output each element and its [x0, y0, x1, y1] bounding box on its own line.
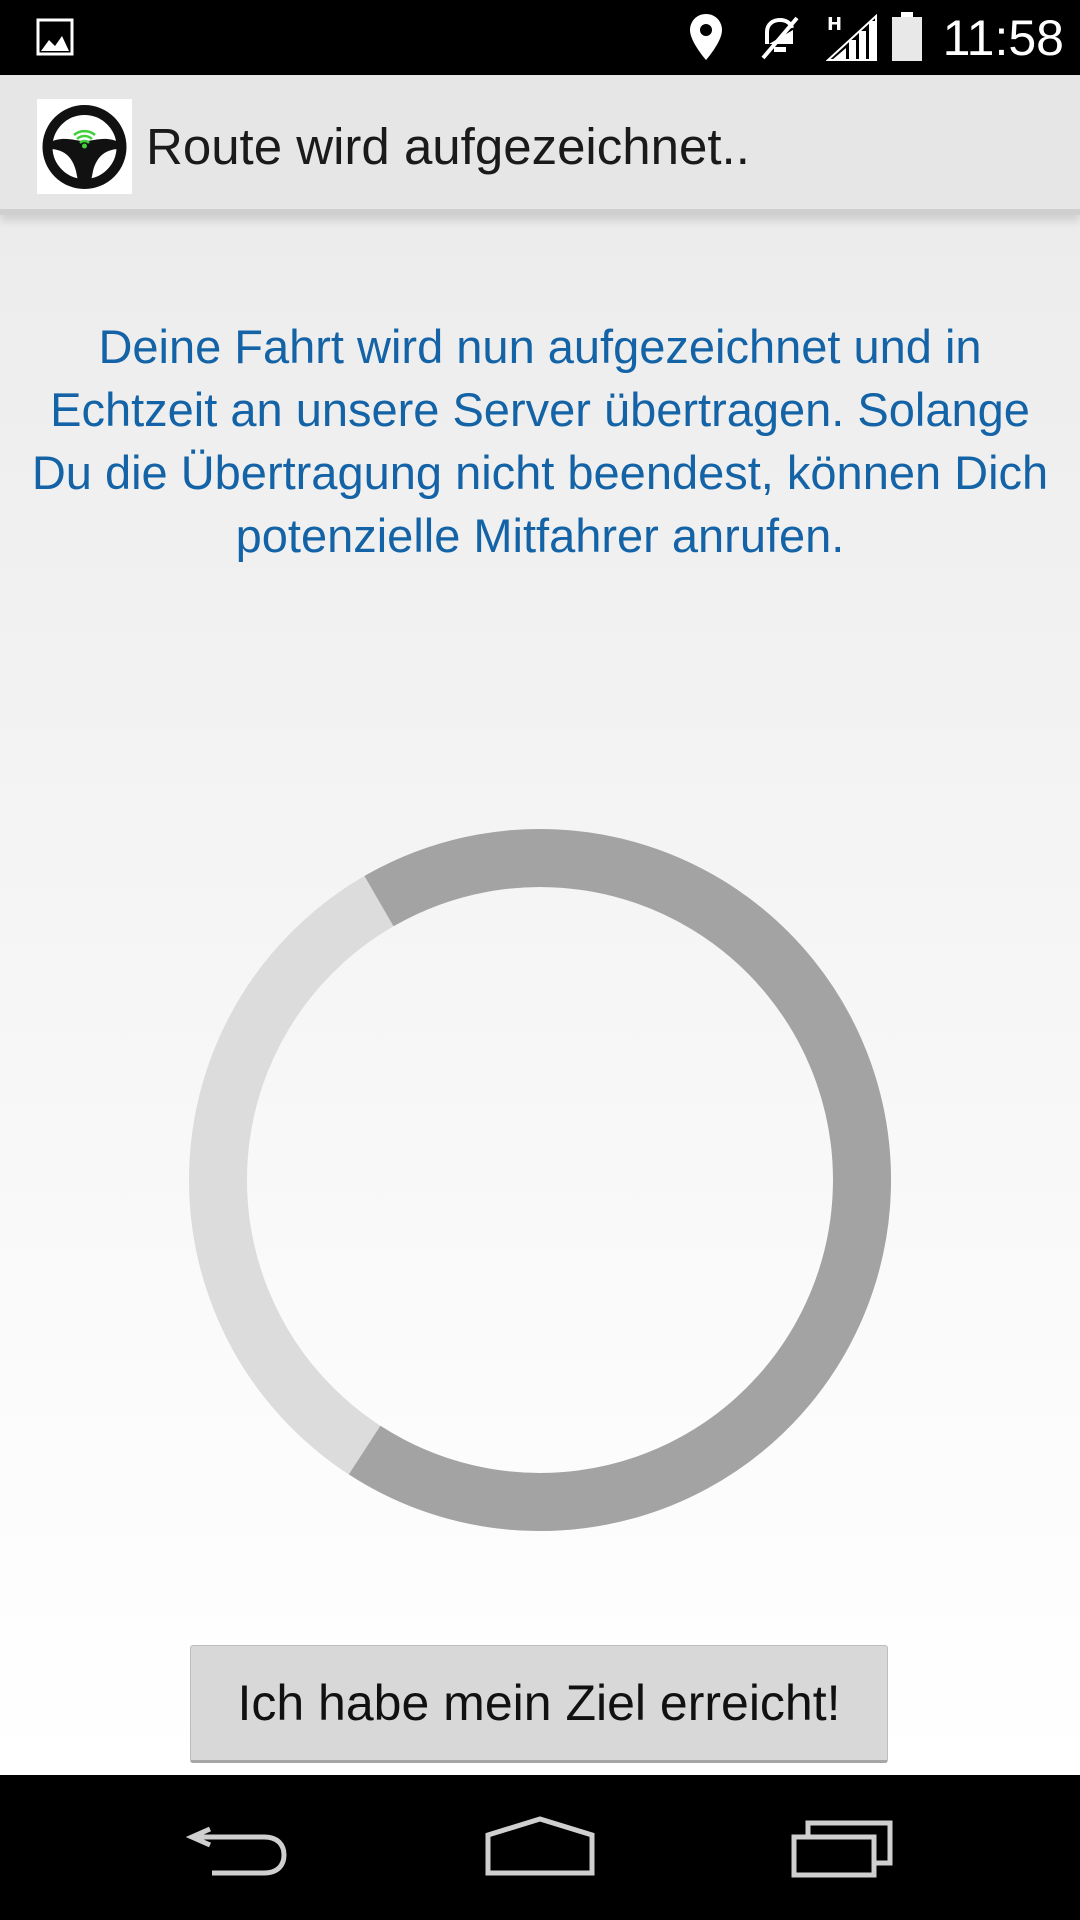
home-icon[interactable] [484, 1815, 596, 1890]
main-content: Deine Fahrt wird nun aufgezeichnet und i… [0, 215, 1080, 1775]
signal-icon: H [825, 12, 878, 67]
action-bar: Route wird aufgezeichnet.. [0, 75, 1080, 215]
action-bar-divider [0, 209, 1080, 215]
destination-reached-button[interactable]: Ich habe mein Ziel erreicht! [190, 1645, 888, 1763]
navigation-bar [0, 1775, 1080, 1920]
vibrate-muted-icon [757, 14, 803, 67]
spinner-progress-arc [348, 829, 891, 1531]
steering-wheel-icon[interactable] [37, 99, 132, 194]
location-icon [688, 12, 724, 67]
battery-icon [890, 12, 924, 67]
clock: 11:58 [942, 10, 1064, 66]
status-bar: H 11:58 [0, 0, 1080, 75]
gallery-icon [36, 18, 74, 61]
page-title: Route wird aufgezeichnet.. [146, 118, 750, 175]
back-icon[interactable] [185, 1815, 290, 1890]
recent-apps-icon[interactable] [790, 1815, 894, 1890]
network-type-label: H [827, 14, 842, 35]
progress-spinner [189, 829, 891, 1531]
recording-info-message: Deine Fahrt wird nun aufgezeichnet und i… [31, 320, 1049, 562]
